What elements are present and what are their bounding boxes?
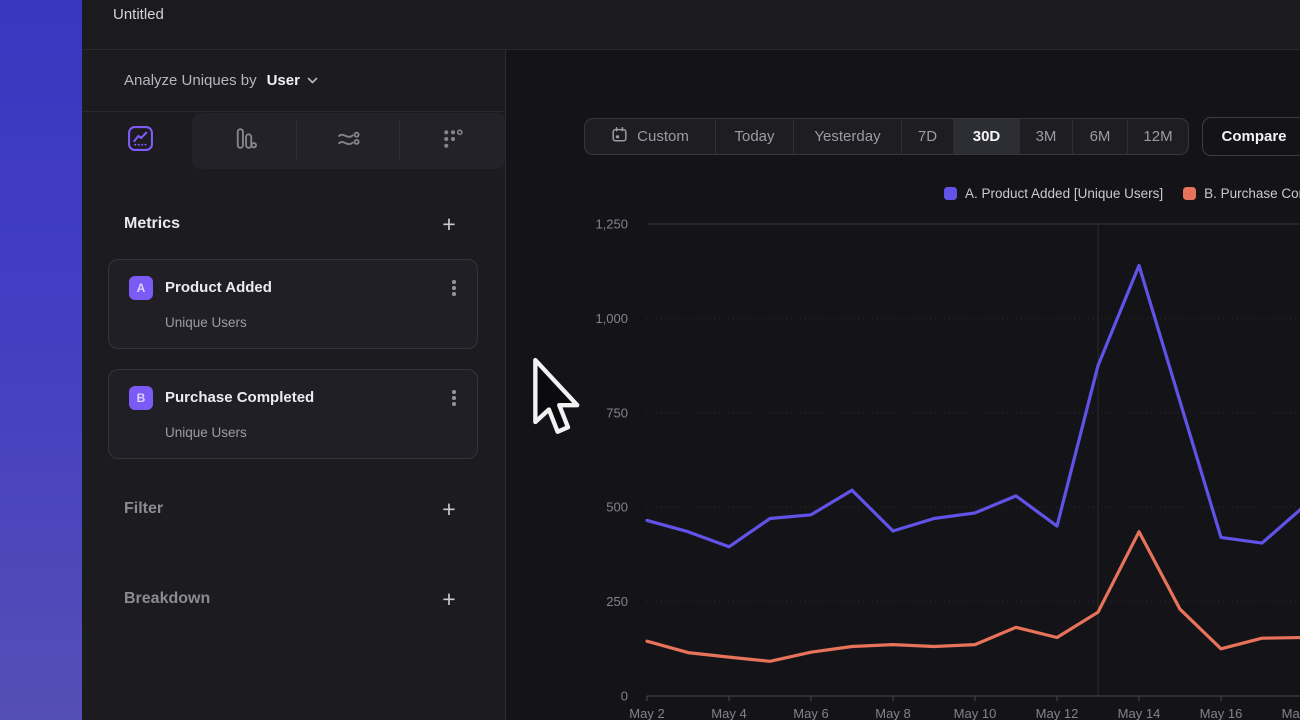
report-title[interactable]: Untitled xyxy=(113,6,164,23)
svg-text:May 2: May 2 xyxy=(629,706,664,720)
range-7d[interactable]: 7D xyxy=(902,119,954,154)
breakdown-section-header: Breakdown + xyxy=(82,590,506,614)
svg-text:May 6: May 6 xyxy=(793,706,828,720)
metric-subtitle[interactable]: Unique Users xyxy=(165,315,247,330)
metrics-section-header: Metrics + xyxy=(82,215,506,239)
report-type-tabs xyxy=(88,113,505,169)
retention-grid-icon xyxy=(439,125,466,157)
query-builder-sidebar: Analyze Uniques by User xyxy=(82,50,506,720)
add-metric-button[interactable]: + xyxy=(437,212,461,236)
svg-text:May 4: May 4 xyxy=(711,706,746,720)
range-yesterday[interactable]: Yesterday xyxy=(794,119,902,154)
tab-retention[interactable] xyxy=(399,113,505,169)
svg-text:0: 0 xyxy=(621,689,628,704)
svg-text:May 8: May 8 xyxy=(875,706,910,720)
svg-text:500: 500 xyxy=(606,500,628,515)
metric-card-b[interactable]: B Purchase Completed Unique Users xyxy=(108,369,478,459)
metric-badge-a: A xyxy=(129,276,153,300)
left-accent-strip xyxy=(0,0,82,720)
svg-text:May 12: May 12 xyxy=(1036,706,1079,720)
range-3m[interactable]: 3M xyxy=(1020,119,1073,154)
svg-text:1,250: 1,250 xyxy=(595,217,628,232)
metric-card-a[interactable]: A Product Added Unique Users xyxy=(108,259,478,349)
svg-text:1,000: 1,000 xyxy=(595,311,628,326)
bar-chart-icon xyxy=(231,125,258,157)
svg-text:May 14: May 14 xyxy=(1118,706,1161,720)
add-breakdown-button[interactable]: + xyxy=(437,587,461,611)
range-30d[interactable]: 30D xyxy=(954,119,1020,154)
breakdown-title: Breakdown xyxy=(124,590,210,608)
analyze-value-dropdown[interactable]: User xyxy=(267,72,300,89)
range-today[interactable]: Today xyxy=(716,119,794,154)
metric-badge-b: B xyxy=(129,386,153,410)
line-chart-icon xyxy=(127,125,154,157)
metric-name: Purchase Completed xyxy=(165,389,314,406)
filter-section-header: Filter + xyxy=(82,500,506,524)
tab-flows[interactable] xyxy=(296,113,400,169)
svg-text:May 16: May 16 xyxy=(1200,706,1243,720)
line-chart-svg: May 2 May 4 May 6 May 8 May 10 May 12 May 14 Ma… xyxy=(506,150,1300,720)
kebab-menu-icon[interactable] xyxy=(447,277,461,299)
chevron-down-icon xyxy=(307,77,318,84)
range-custom[interactable]: Custom xyxy=(585,119,716,154)
svg-text:May 18: May 18 xyxy=(1282,706,1300,720)
svg-text:250: 250 xyxy=(606,594,628,609)
svg-text:May 10: May 10 xyxy=(954,706,997,720)
range-6m[interactable]: 6M xyxy=(1073,119,1128,154)
analyze-uniques-row: Analyze Uniques by User xyxy=(82,50,506,112)
metric-subtitle[interactable]: Unique Users xyxy=(165,425,247,440)
svg-text:750: 750 xyxy=(606,405,628,420)
line-chart-canvas[interactable]: May 2 May 4 May 6 May 8 May 10 May 12 May 14 Ma… xyxy=(506,150,1300,720)
range-12m[interactable]: 12M xyxy=(1128,119,1188,154)
chart-panel: Custom Today Yesterday 7D 30D 3M 6M 12M … xyxy=(506,50,1300,720)
metric-name: Product Added xyxy=(165,279,272,296)
add-filter-button[interactable]: + xyxy=(437,497,461,521)
tab-insights[interactable] xyxy=(88,113,192,169)
app-window: Untitled Analyze Uniques by User xyxy=(0,0,1300,720)
flows-icon xyxy=(335,125,362,157)
kebab-menu-icon[interactable] xyxy=(447,387,461,409)
filter-title: Filter xyxy=(124,500,163,518)
metrics-title: Metrics xyxy=(124,215,180,233)
top-bar: Untitled xyxy=(82,0,1300,50)
mouse-cursor xyxy=(531,357,581,437)
analyze-label: Analyze Uniques by xyxy=(124,72,257,89)
calendar-icon xyxy=(611,126,628,147)
tab-funnels[interactable] xyxy=(192,113,296,169)
